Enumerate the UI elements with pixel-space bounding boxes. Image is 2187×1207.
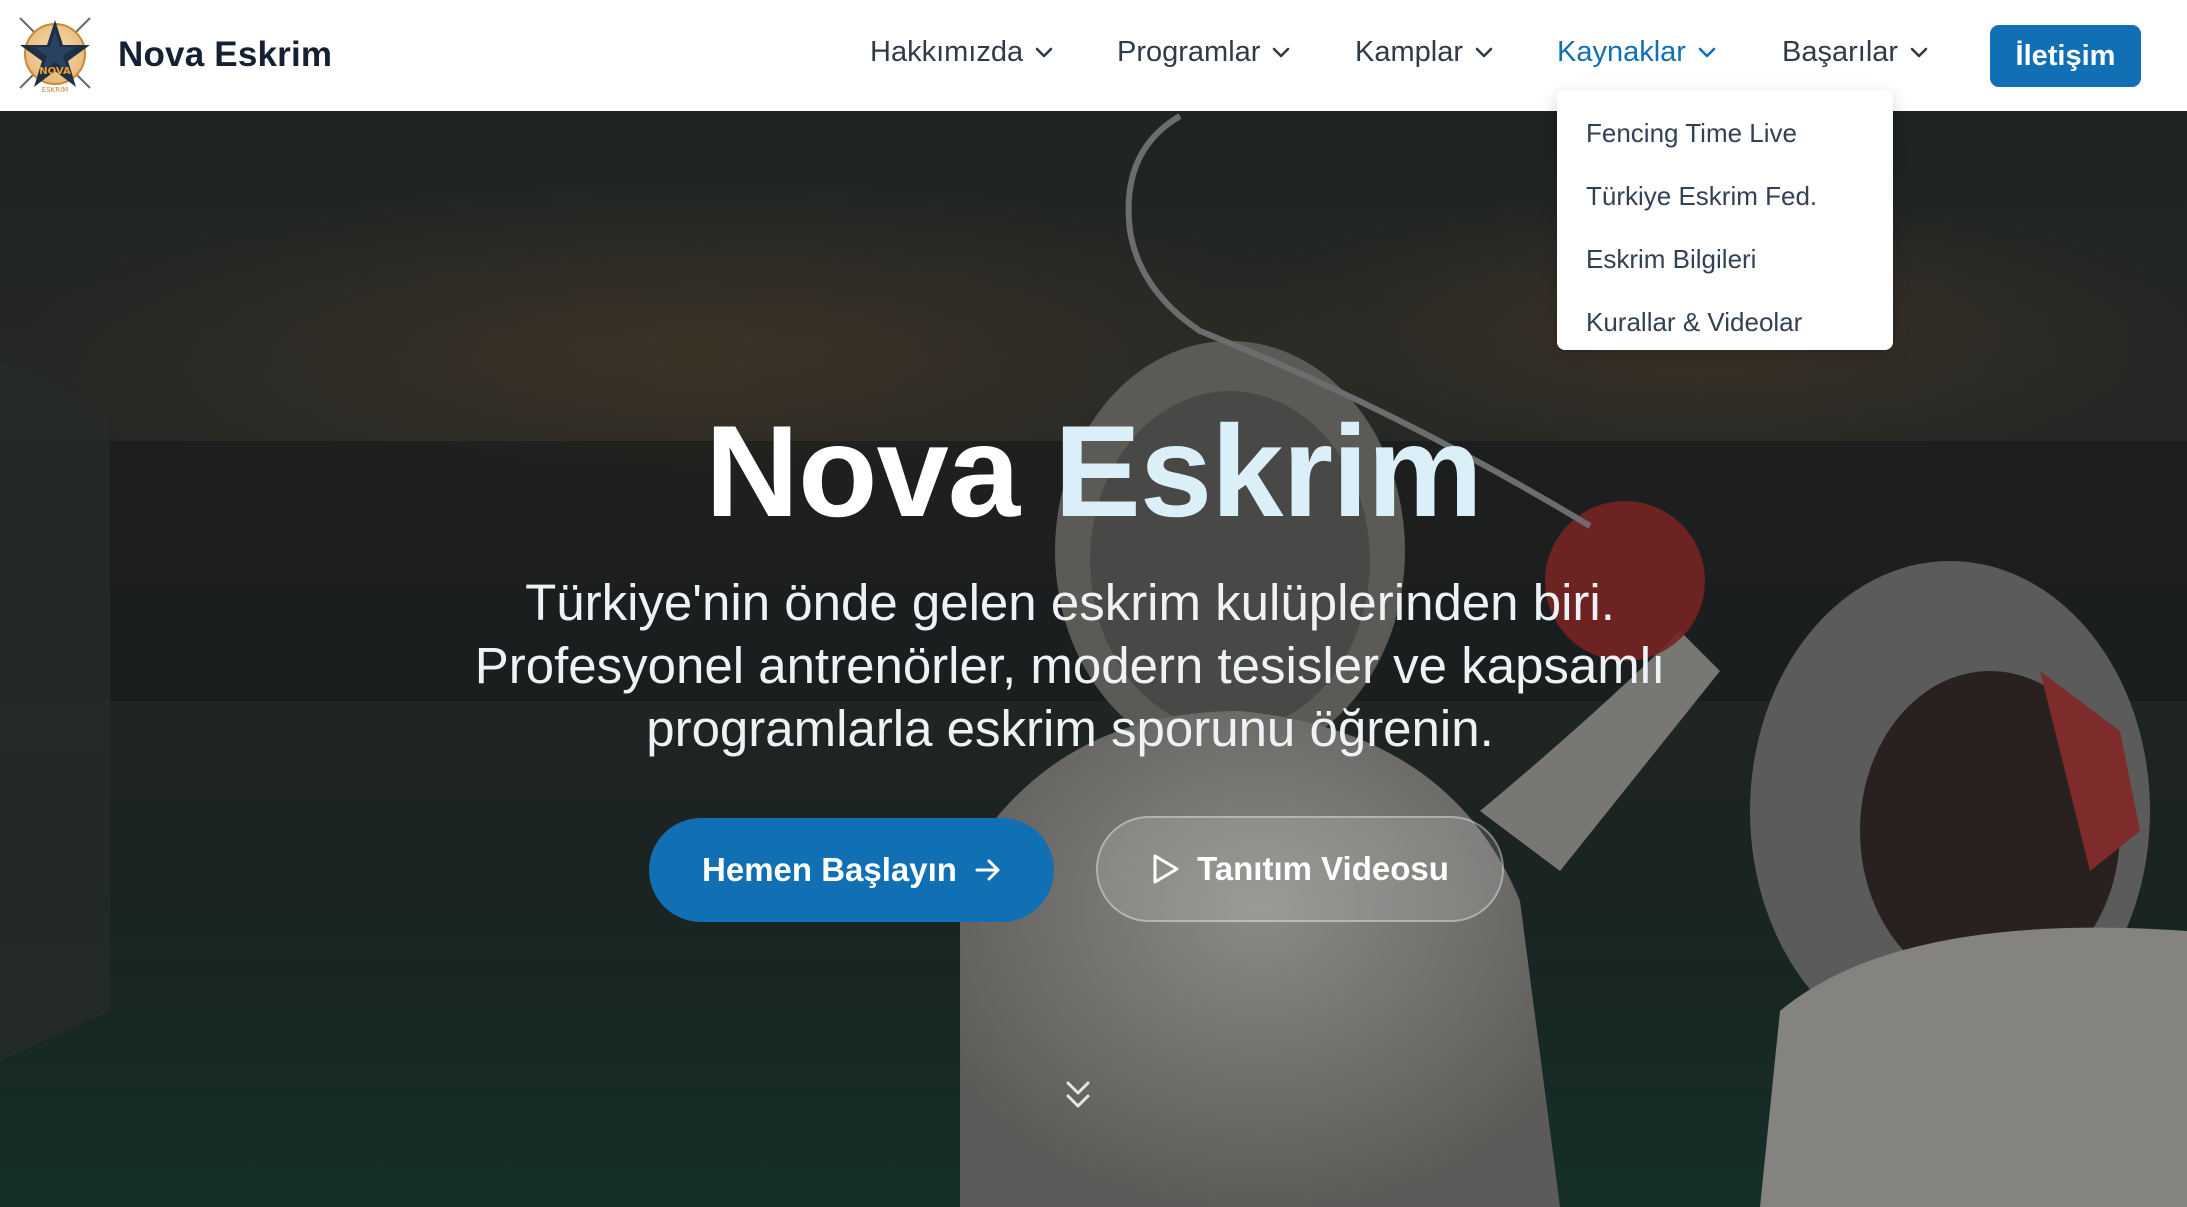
nav-item-label: Kamplar <box>1355 36 1463 68</box>
dropdown-item-fencing-time-live[interactable]: Fencing Time Live <box>1557 102 1893 165</box>
chevron-down-icon <box>1475 47 1493 57</box>
arrow-right-icon <box>975 859 1000 881</box>
hero-subtitle: Türkiye'nin önde gelen eskrim kulüplerin… <box>474 574 1666 757</box>
chevron-down-icon <box>1035 47 1053 57</box>
nav-item-kamplar[interactable]: Kamplar <box>1355 36 1493 69</box>
nav-item-basarilar[interactable]: Başarılar <box>1782 36 1928 69</box>
nav-item-hakkimizda[interactable]: Hakkımızda <box>870 36 1053 69</box>
kaynaklar-dropdown-menu: Fencing Time Live Türkiye Eskrim Fed. Es… <box>1557 90 1893 350</box>
chevron-down-icon <box>1698 47 1716 57</box>
play-icon <box>1153 854 1179 884</box>
nav-item-label: Kaynaklar <box>1557 36 1686 68</box>
chevron-down-icon <box>1273 47 1290 57</box>
chevrons-down-icon[interactable] <box>1064 1079 1092 1111</box>
nav-item-label: Hakkımızda <box>870 36 1024 68</box>
intro-video-button[interactable]: Tanıtım Videosu <box>1096 816 1504 922</box>
chevron-down-icon <box>1910 47 1928 57</box>
hero-title: Nova Eskrim <box>0 396 2187 546</box>
hero-title-accent: Eskrim <box>1054 398 1483 544</box>
dropdown-item-kurallar-videolar[interactable]: Kurallar & Videolar <box>1557 291 1893 354</box>
nav-item-programlar[interactable]: Programlar <box>1117 36 1290 69</box>
start-now-button[interactable]: Hemen Başlayın <box>649 818 1054 922</box>
contact-button[interactable]: İletişim <box>1990 25 2141 87</box>
nav-item-kaynaklar[interactable]: Kaynaklar <box>1557 36 1716 69</box>
hero-title-main: Nova <box>705 398 1020 544</box>
intro-video-label: Tanıtım Videosu <box>1197 850 1449 887</box>
start-now-label: Hemen Başlayın <box>702 851 957 888</box>
nav-item-label: Başarılar <box>1782 36 1899 68</box>
dropdown-item-turkiye-eskrim-fed[interactable]: Türkiye Eskrim Fed. <box>1557 165 1893 228</box>
nav-item-label: Programlar <box>1117 36 1261 68</box>
dropdown-item-eskrim-bilgileri[interactable]: Eskrim Bilgileri <box>1557 228 1893 291</box>
